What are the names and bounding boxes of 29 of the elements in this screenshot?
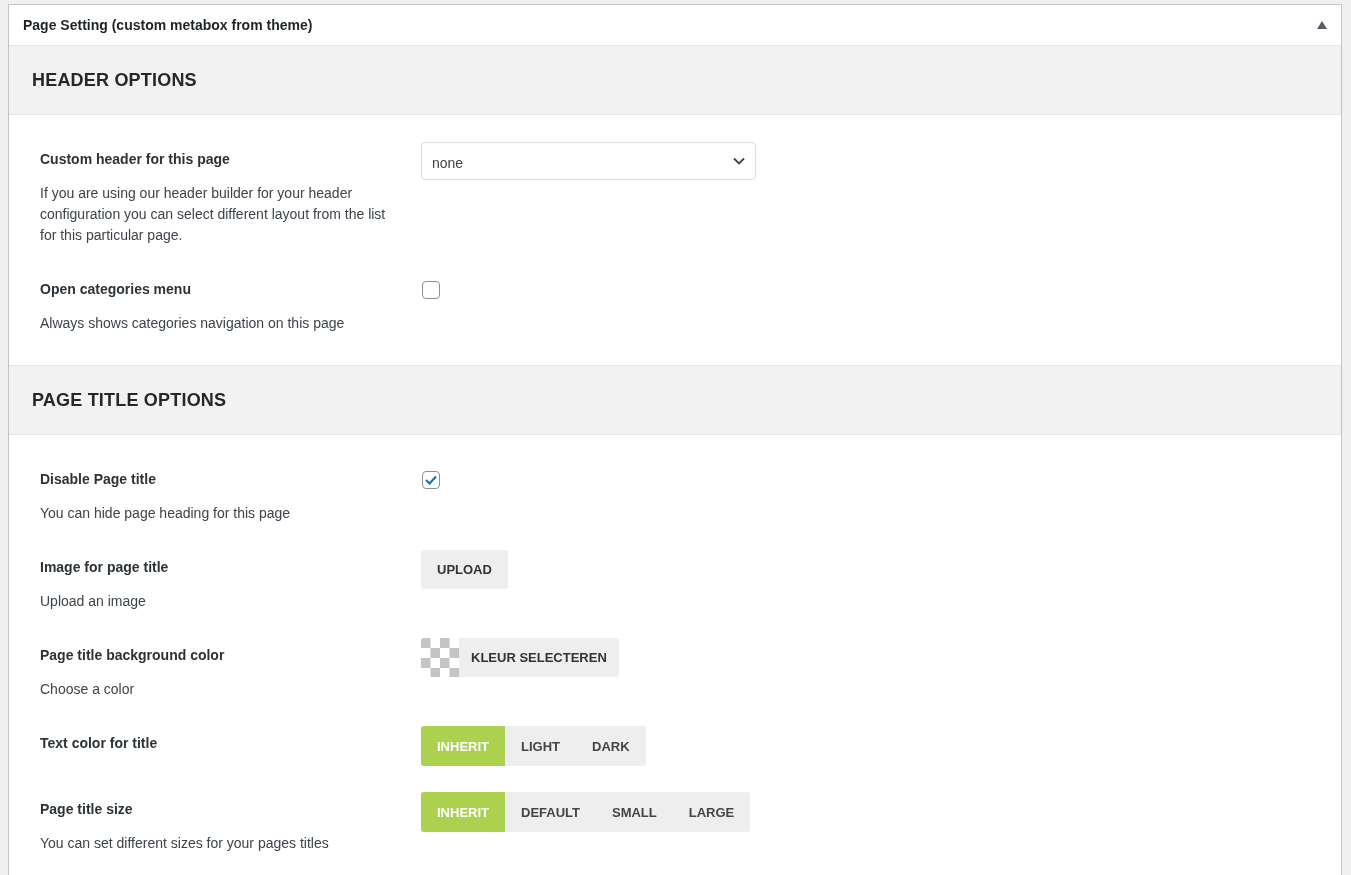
- field-label: Page title background color: [40, 646, 226, 665]
- option-button[interactable]: DARK: [576, 726, 646, 766]
- field-label: Custom header for this page: [40, 150, 231, 169]
- field-description: Choose a color: [40, 680, 136, 699]
- chevron-down-icon: [733, 157, 745, 165]
- transparent-swatch-icon: [421, 638, 459, 677]
- checkbox[interactable]: [422, 471, 440, 489]
- field-label: Page title size: [40, 800, 134, 819]
- field-label: Disable Page title: [40, 470, 157, 489]
- section-heading: PAGE TITLE OPTIONS: [32, 389, 227, 411]
- upload-button[interactable]: UPLOAD: [421, 550, 508, 589]
- field-label: Open categories menu: [40, 280, 192, 299]
- field-description: If you are using our header builder for your header configuration you can select different layout from the list for this particular page.: [40, 184, 387, 245]
- field-description: You can hide page heading for this page: [40, 504, 292, 523]
- option-button[interactable]: LIGHT: [505, 726, 576, 766]
- field-description: Always shows categories navigation on this page: [40, 314, 346, 333]
- color-picker-button[interactable]: KLEUR SELECTEREN: [421, 638, 619, 677]
- header-select[interactable]: none: [421, 142, 756, 180]
- collapse-toggle-icon[interactable]: [1317, 21, 1327, 29]
- option-button[interactable]: SMALL: [596, 792, 673, 832]
- section-heading: HEADER OPTIONS: [32, 69, 197, 91]
- checkbox[interactable]: [422, 281, 440, 299]
- panel-title: Page Setting (custom metabox from theme): [23, 17, 313, 33]
- field-description: Upload an image: [40, 592, 147, 611]
- field-label: Text color for title: [40, 734, 159, 753]
- option-button[interactable]: LARGE: [672, 792, 751, 832]
- field-label: Image for page title: [40, 558, 170, 577]
- option-button[interactable]: DEFAULT: [505, 792, 596, 832]
- field-description: You can set different sizes for your pages titles: [40, 834, 330, 853]
